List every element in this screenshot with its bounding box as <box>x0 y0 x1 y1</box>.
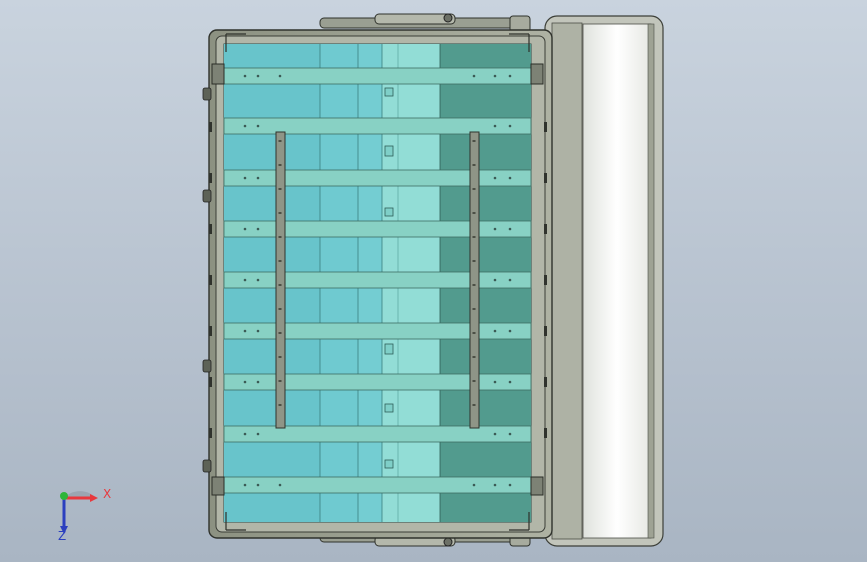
slat-bars <box>223 67 532 494</box>
z-axis-label: Z <box>58 529 67 543</box>
triad-graphic <box>60 491 98 534</box>
cad-viewport[interactable] <box>0 0 867 562</box>
axis-triad: X Z <box>44 476 124 546</box>
y-axis-dot <box>60 492 68 500</box>
right-cabinet <box>544 15 664 547</box>
x-axis-label: X <box>103 487 112 501</box>
